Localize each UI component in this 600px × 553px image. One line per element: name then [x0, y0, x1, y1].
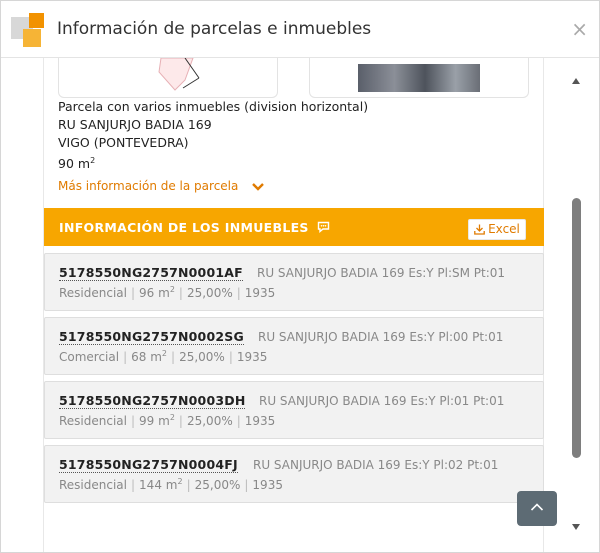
- scroll-up-arrow-icon[interactable]: [572, 78, 580, 84]
- close-icon[interactable]: ×: [571, 19, 588, 39]
- parcel-address: RU SANJURJO BADIA 169: [58, 117, 212, 132]
- parcel-area: 90 m2: [58, 156, 96, 172]
- scrollbar-thumb[interactable]: [572, 198, 581, 458]
- properties-section-title: INFORMACIÓN DE LOS INMUEBLES: [59, 220, 330, 235]
- download-icon: [474, 224, 485, 235]
- parcel-summary: Parcela con varios inmuebles (division h…: [58, 98, 368, 173]
- parcel-info-dialog: Información de parcelas e inmuebles × Pa…: [0, 0, 600, 553]
- property-details: Residencial | 96 m2 | 25,00% | 1935: [59, 285, 276, 300]
- properties-list: 5178550NG2757N0001AF RU SANJURJO BADIA 1…: [44, 253, 544, 509]
- dialog-content: Parcela con varios inmuebles (division h…: [1, 58, 567, 552]
- property-reference-link[interactable]: 5178550NG2757N0001AF: [59, 265, 243, 281]
- property-reference-link[interactable]: 5178550NG2757N0002SG: [59, 329, 244, 345]
- parcel-type: Parcela con varios inmuebles (division h…: [58, 99, 369, 114]
- parcel-city: VIGO (PONTEVEDRA): [58, 135, 189, 150]
- chevron-down-icon: [252, 183, 265, 191]
- comment-bubble-icon[interactable]: [317, 221, 330, 233]
- property-reference-link[interactable]: 5178550NG2757N0003DH: [59, 393, 246, 409]
- content-column: Parcela con varios inmuebles (division h…: [43, 58, 544, 552]
- content-scrollbar[interactable]: [567, 58, 585, 552]
- property-details: Residencial | 144 m2 | 25,00% | 1935: [59, 477, 283, 492]
- property-card[interactable]: 5178550NG2757N0001AF RU SANJURJO BADIA 1…: [44, 253, 544, 311]
- property-card[interactable]: 5178550NG2757N0003DH RU SANJURJO BADIA 1…: [44, 381, 544, 439]
- facade-photo-thumbnail[interactable]: [309, 58, 529, 98]
- property-reference-link[interactable]: 5178550NG2757N0004FJ: [59, 457, 238, 473]
- property-details: Comercial | 68 m2 | 25,00% | 1935: [59, 349, 268, 364]
- dialog-header: Información de parcelas e inmuebles ×: [1, 1, 599, 58]
- chevron-up-icon: [530, 503, 544, 511]
- property-address: RU SANJURJO BADIA 169 Es:Y Pl:00 Pt:01: [258, 330, 504, 344]
- property-address: RU SANJURJO BADIA 169 Es:Y Pl:02 Pt:01: [253, 458, 499, 472]
- map-parcel-shape: [158, 58, 200, 91]
- scroll-down-arrow-icon[interactable]: [572, 524, 580, 530]
- back-to-top-button[interactable]: [517, 491, 557, 526]
- parcel-map-thumbnail[interactable]: [58, 58, 278, 98]
- property-address: RU SANJURJO BADIA 169 Es:Y Pl:01 Pt:01: [259, 394, 505, 408]
- property-card[interactable]: 5178550NG2757N0002SG RU SANJURJO BADIA 1…: [44, 317, 544, 375]
- catastro-logo-icon: [11, 13, 47, 49]
- property-details: Residencial | 99 m2 | 25,00% | 1935: [59, 413, 276, 428]
- property-card[interactable]: 5178550NG2757N0004FJ RU SANJURJO BADIA 1…: [44, 445, 544, 503]
- excel-export-button[interactable]: Excel: [468, 219, 526, 240]
- facade-photo: [358, 64, 480, 92]
- properties-section-header: INFORMACIÓN DE LOS INMUEBLES Excel: [44, 208, 544, 246]
- more-parcel-info-link[interactable]: Más información de la parcela: [58, 179, 265, 193]
- property-address: RU SANJURJO BADIA 169 Es:Y Pl:SM Pt:01: [257, 266, 506, 280]
- dialog-title: Información de parcelas e inmuebles: [57, 19, 372, 39]
